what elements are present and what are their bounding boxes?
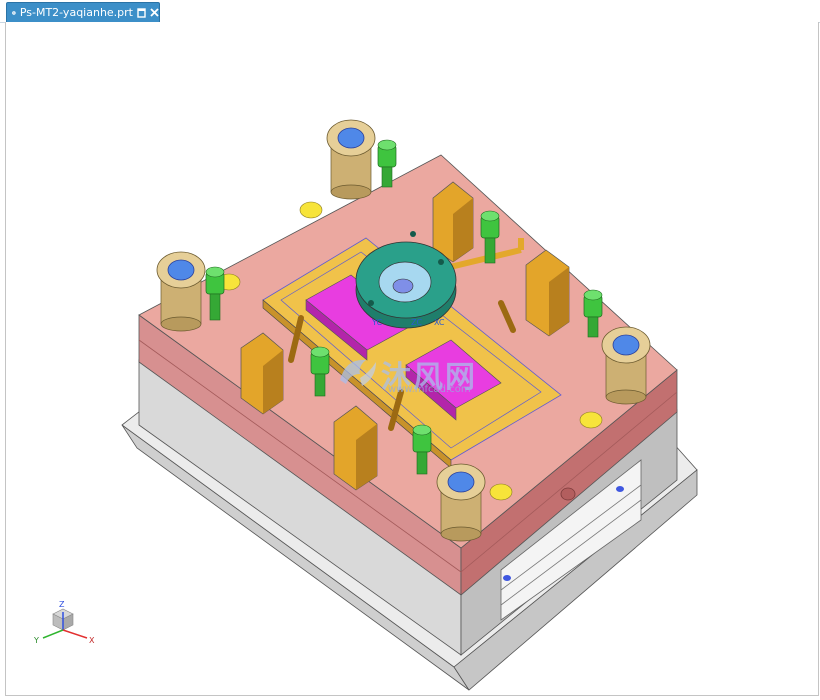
slide-block xyxy=(333,405,378,491)
watermark: 沐风网 www.mfcad.com xyxy=(336,352,506,397)
wcs-zc-label: ZC xyxy=(411,318,423,327)
slide-block xyxy=(240,332,284,415)
view-triad[interactable]: Y X Z xyxy=(21,600,101,650)
triad-y-label: Y xyxy=(34,636,39,645)
watermark-logo-icon xyxy=(340,359,376,386)
guide-bushing xyxy=(156,251,206,332)
watermark-url: www.mfcad.com xyxy=(388,384,471,395)
triad-z-label: Z xyxy=(59,600,65,609)
guide-bushing xyxy=(436,463,486,542)
guide-bushing xyxy=(326,119,376,200)
wcs-yc-label: YC xyxy=(372,318,383,327)
mold-assembly-model[interactable] xyxy=(1,0,820,700)
graphics-window[interactable]: YC ZC XC 沐风网 www.mfcad.com Y X Z xyxy=(5,22,819,696)
slide-block xyxy=(432,181,474,263)
guide-bushing xyxy=(601,326,651,405)
wcs-xc-label: XC xyxy=(434,318,445,327)
slide-block xyxy=(525,249,570,337)
triad-x-label: X xyxy=(89,636,95,645)
